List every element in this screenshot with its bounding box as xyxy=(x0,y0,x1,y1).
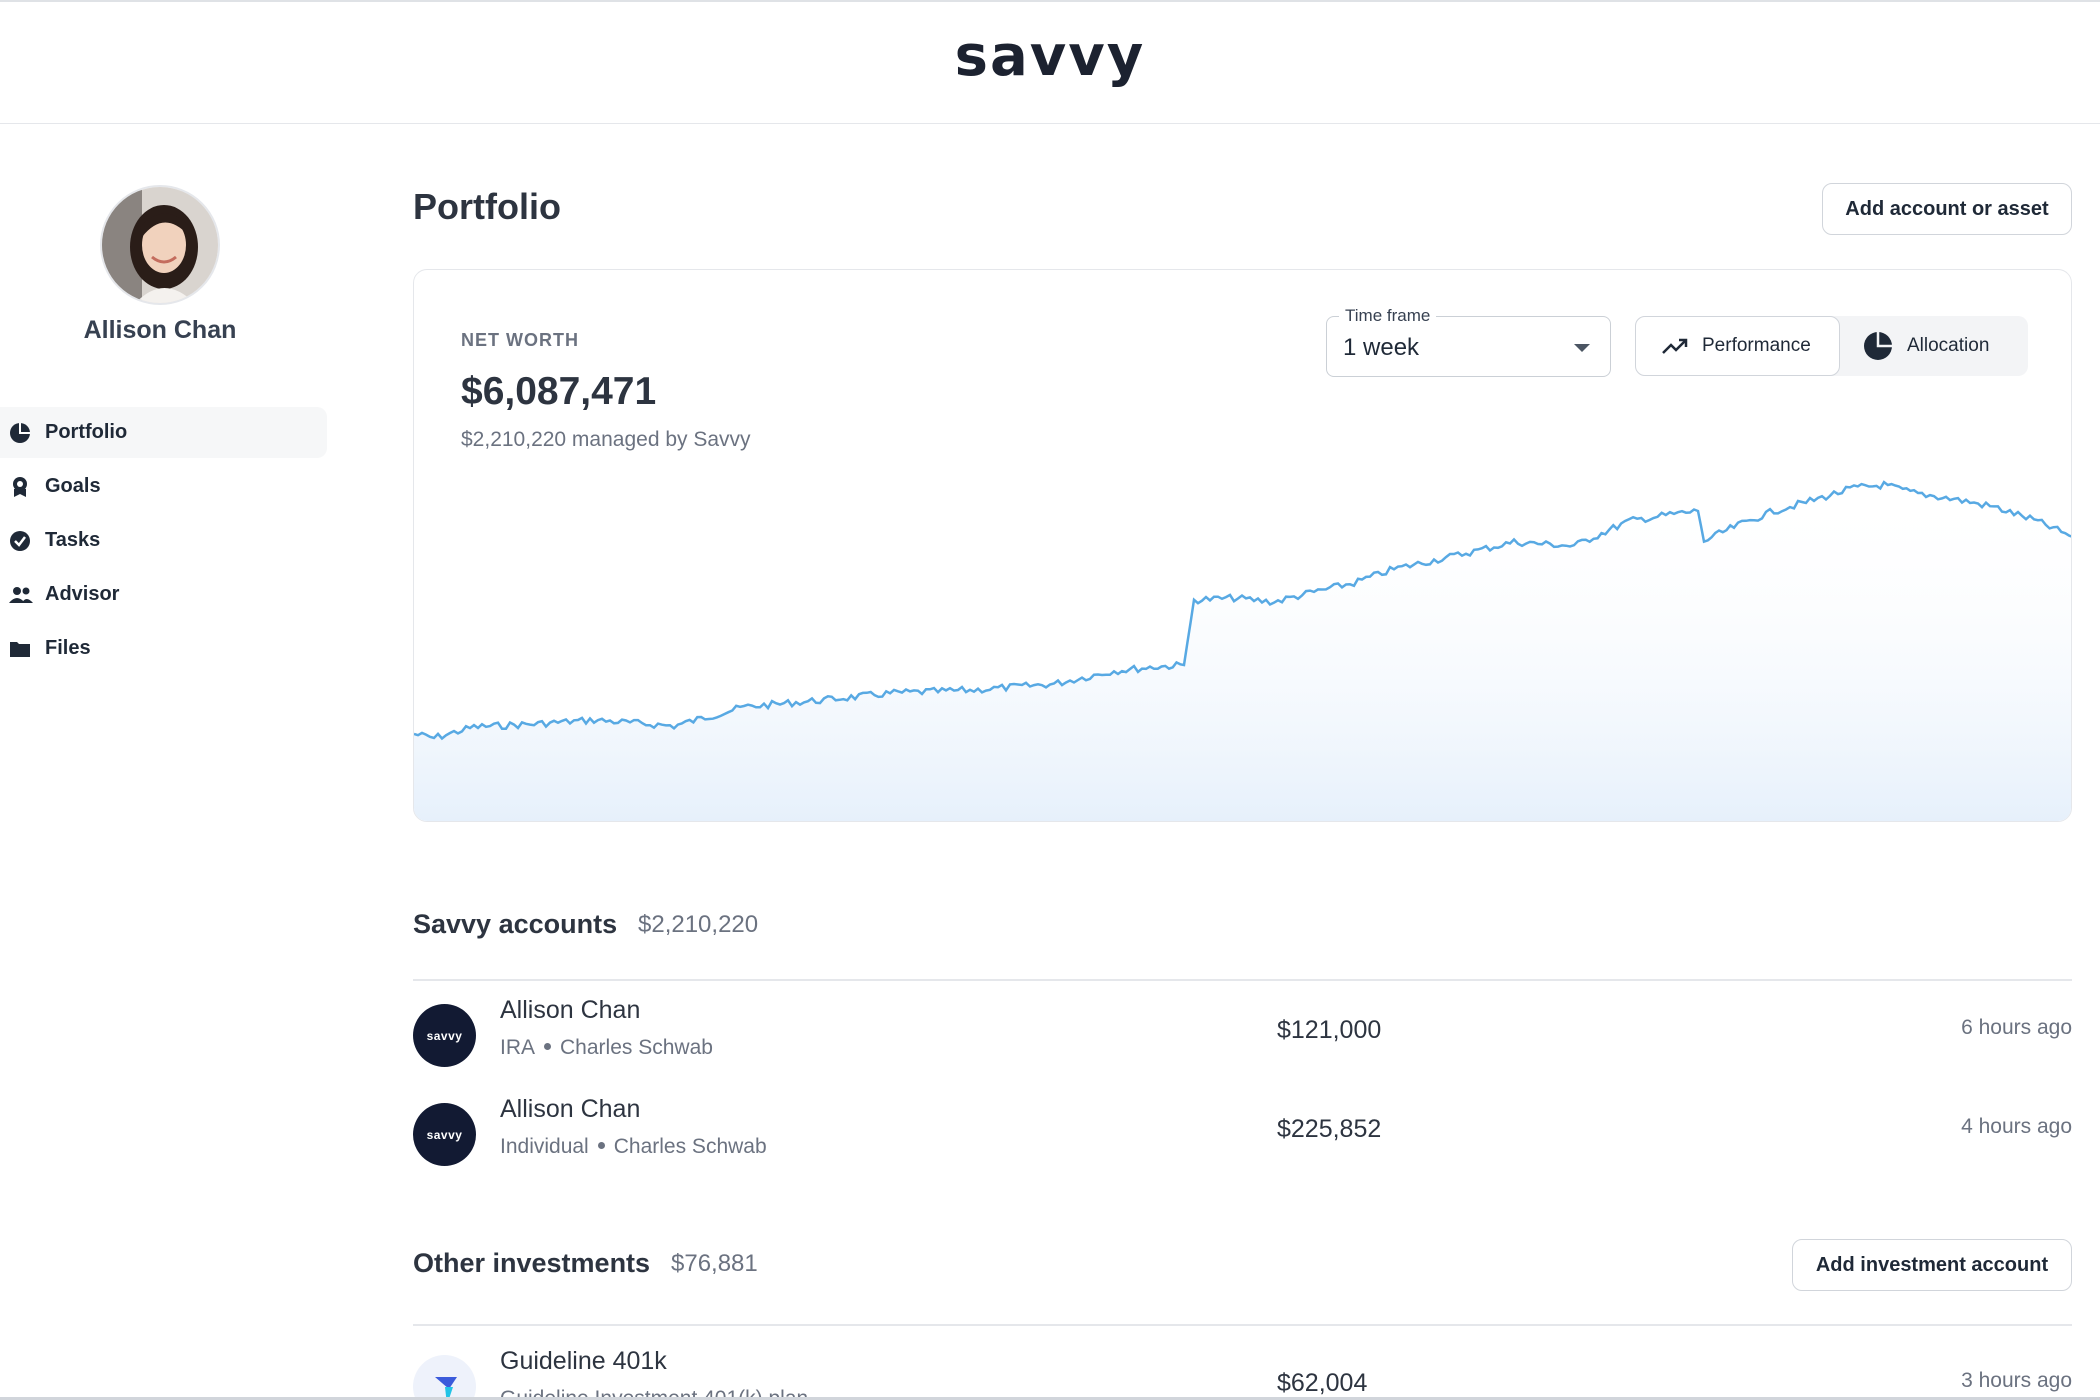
other-investments-title: Other investments xyxy=(413,1248,651,1278)
account-row[interactable]: Guideline 401k Guideline Investment 401(… xyxy=(413,1347,2072,1397)
account-updated: 6 hours ago xyxy=(1961,1016,2072,1039)
chart-area-fill xyxy=(414,482,2071,821)
add-account-button[interactable]: Add account or asset xyxy=(1822,183,2072,235)
sidebar-item-label: Goals xyxy=(45,475,101,497)
section-divider xyxy=(413,979,2072,981)
page-title: Portfolio xyxy=(413,186,561,227)
timeframe-label: Time frame xyxy=(1339,306,1437,326)
savvy-accounts-total: $2,210,220 xyxy=(638,911,759,938)
allocation-toggle-button[interactable]: Allocation xyxy=(1863,316,2023,376)
account-updated: 3 hours ago xyxy=(1961,1369,2072,1392)
managed-by-savvy: $2,210,220 managed by Savvy xyxy=(461,428,751,451)
timeframe-select[interactable]: Time frame 1 week xyxy=(1326,306,1611,377)
separator-dot xyxy=(544,1043,552,1051)
performance-toggle-button[interactable]: Performance xyxy=(1635,316,1840,376)
sidebar-item-files[interactable]: Files xyxy=(0,623,327,674)
account-row[interactable]: savvy Allison Chan Individual Charles Sch… xyxy=(413,1095,2072,1175)
account-amount: $121,000 xyxy=(1277,1016,1382,1044)
savvy-accounts-title: Savvy accounts xyxy=(413,909,618,939)
net-worth-card: NET WORTH $6,087,471 $2,210,220 managed … xyxy=(413,269,2072,822)
check-circle-icon xyxy=(9,530,31,552)
award-icon xyxy=(9,476,31,498)
net-worth-value: $6,087,471 xyxy=(461,370,657,413)
performance-label: Performance xyxy=(1702,335,1811,356)
account-name: Guideline 401k xyxy=(500,1347,667,1375)
account-name: Allison Chan xyxy=(500,996,641,1024)
sidebar: Allison Chan Portfolio Goals Tasks Advis… xyxy=(0,124,330,1400)
sidebar-item-label: Portfolio xyxy=(45,421,128,443)
savvy-account-logo: savvy xyxy=(413,1004,476,1067)
avatar[interactable] xyxy=(100,185,220,305)
pie-chart-icon xyxy=(9,422,31,444)
sidebar-item-goals[interactable]: Goals xyxy=(0,461,327,512)
trending-up-icon xyxy=(1662,338,1688,354)
add-investment-account-button[interactable]: Add investment account xyxy=(1792,1239,2072,1291)
sidebar-nav: Portfolio Goals Tasks Advisor Files xyxy=(0,407,330,677)
folder-icon xyxy=(9,638,31,660)
pie-chart-icon xyxy=(1864,332,1892,360)
account-amount: $62,004 xyxy=(1277,1369,1368,1397)
sidebar-item-tasks[interactable]: Tasks xyxy=(0,515,327,566)
caret-down-icon xyxy=(1574,344,1590,352)
savvy-account-logo: savvy xyxy=(413,1103,476,1166)
account-subtitle: Guideline Investment 401(k) plan xyxy=(500,1387,808,1397)
sidebar-item-label: Files xyxy=(45,637,91,659)
account-amount: $225,852 xyxy=(1277,1115,1382,1143)
timeframe-value: 1 week xyxy=(1343,334,1420,361)
allocation-label: Allocation xyxy=(1907,335,1990,356)
account-subtitle: Individual Charles Schwab xyxy=(500,1135,767,1159)
other-investments-total: $76,881 xyxy=(671,1250,758,1277)
account-subtitle: IRA Charles Schwab xyxy=(500,1036,713,1060)
view-toggle: Performance Allocation xyxy=(1635,316,2028,376)
account-type: IRA xyxy=(500,1036,536,1059)
savvy-logo[interactable]: savvy xyxy=(0,24,2100,89)
sidebar-item-label: Advisor xyxy=(45,583,120,605)
account-custodian: Charles Schwab xyxy=(560,1036,713,1059)
app-header: savvy xyxy=(0,2,2100,124)
sidebar-item-label: Tasks xyxy=(45,529,101,551)
sidebar-item-portfolio[interactable]: Portfolio xyxy=(0,407,327,458)
separator-dot xyxy=(597,1142,605,1150)
account-row[interactable]: savvy Allison Chan IRA Charles Schwab $12… xyxy=(413,996,2072,1076)
net-worth-label: NET WORTH xyxy=(461,330,579,350)
account-updated: 4 hours ago xyxy=(1961,1115,2072,1138)
section-divider xyxy=(413,1324,2072,1326)
people-icon xyxy=(9,584,33,606)
account-name: Allison Chan xyxy=(500,1095,641,1123)
guideline-logo-icon xyxy=(413,1355,476,1397)
account-custodian: Charles Schwab xyxy=(613,1135,767,1158)
user-name: Allison Chan xyxy=(83,316,237,344)
sidebar-item-advisor[interactable]: Advisor xyxy=(0,569,327,620)
account-type: Individual xyxy=(500,1135,589,1158)
